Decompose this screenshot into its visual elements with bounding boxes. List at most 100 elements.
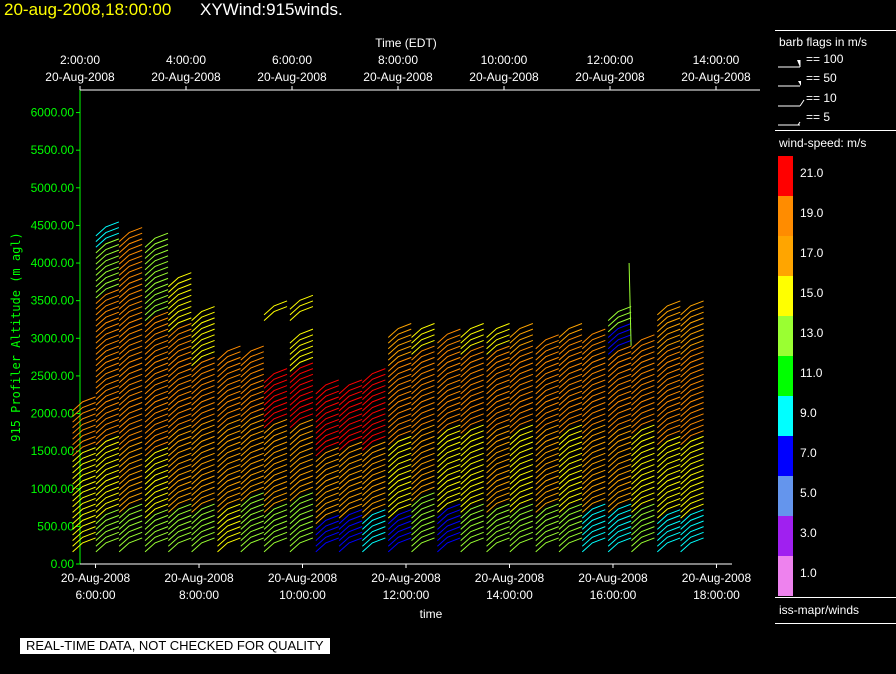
x-tick-date: 20-Aug-2008 bbox=[578, 571, 648, 585]
barb-legend-item: == 5 bbox=[806, 110, 831, 124]
top-tick-date: 20-Aug-2008 bbox=[469, 70, 539, 84]
top-tick-time: 4:00:00 bbox=[166, 53, 206, 67]
barb-flag-icon bbox=[778, 60, 801, 68]
legend-border-top bbox=[775, 30, 896, 31]
speed-color-swatch bbox=[778, 156, 793, 196]
y-axis-title: 915 Profiler Altitude (m agl) bbox=[9, 232, 23, 442]
barb-legend-item: == 10 bbox=[806, 91, 837, 105]
speed-bin-label: 5.0 bbox=[800, 486, 817, 500]
top-tick-date: 20-Aug-2008 bbox=[151, 70, 221, 84]
y-tick-label: 3500.00 bbox=[31, 294, 75, 308]
wind-barb bbox=[437, 537, 461, 553]
wind-barb bbox=[631, 537, 655, 553]
wind-barb bbox=[581, 537, 606, 553]
barb-flag-icon bbox=[778, 121, 801, 126]
speed-bin-label: 1.0 bbox=[800, 566, 817, 580]
wind-barb bbox=[118, 537, 143, 553]
wind-barb bbox=[486, 537, 510, 553]
wind-barb bbox=[509, 537, 534, 553]
speed-color-swatch bbox=[778, 356, 793, 396]
speed-color-swatch bbox=[778, 276, 793, 316]
x-tick-time: 8:00:00 bbox=[179, 588, 219, 602]
speed-bin-label: 19.0 bbox=[800, 206, 824, 220]
y-tick-label: 5000.00 bbox=[31, 181, 75, 195]
top-tick-date: 20-Aug-2008 bbox=[575, 70, 645, 84]
legend-divider-1 bbox=[775, 130, 896, 131]
wind-barb bbox=[72, 537, 96, 553]
x-tick-date: 20-Aug-2008 bbox=[371, 571, 441, 585]
y-tick-label: 5500.00 bbox=[31, 143, 75, 157]
wind-barb bbox=[362, 537, 386, 553]
wind-barb bbox=[656, 537, 681, 553]
top-axis-title: Time (EDT) bbox=[375, 36, 437, 50]
wind-barb bbox=[289, 537, 314, 553]
speed-bin-label: 17.0 bbox=[800, 246, 824, 260]
speed-color-swatch bbox=[778, 516, 793, 556]
x-tick-time: 6:00:00 bbox=[76, 588, 116, 602]
barb-legend-item: == 100 bbox=[806, 52, 844, 66]
wind-barb bbox=[191, 537, 215, 553]
wind-barb bbox=[144, 537, 169, 553]
x-tick-date: 20-Aug-2008 bbox=[164, 571, 234, 585]
top-tick-date: 20-Aug-2008 bbox=[363, 70, 433, 84]
wind-barb bbox=[95, 537, 120, 553]
x-tick-time: 12:00:00 bbox=[383, 588, 430, 602]
top-tick-time: 8:00:00 bbox=[378, 53, 418, 67]
wind-barb bbox=[411, 537, 435, 553]
wind-barb bbox=[338, 537, 363, 553]
top-tick-date: 20-Aug-2008 bbox=[45, 70, 115, 84]
top-tick-time: 14:00:00 bbox=[693, 53, 740, 67]
speed-bin-label: 9.0 bbox=[800, 406, 817, 420]
y-tick-label: 4000.00 bbox=[31, 256, 75, 270]
y-tick-label: 500.00 bbox=[37, 519, 74, 533]
wind-barb bbox=[263, 537, 288, 553]
y-tick-label: 1000.00 bbox=[31, 482, 75, 496]
speed-color-swatch bbox=[778, 396, 793, 436]
wind-barb bbox=[535, 537, 559, 553]
barb-legend-title: barb flags in m/s bbox=[779, 35, 868, 49]
y-tick-label: 1500.00 bbox=[31, 444, 75, 458]
wind-barb-spike bbox=[628, 263, 632, 346]
barb-columns bbox=[72, 221, 704, 553]
speed-bin-label: 7.0 bbox=[800, 446, 817, 460]
top-tick-time: 12:00:00 bbox=[587, 53, 634, 67]
wind-barb bbox=[680, 537, 704, 553]
speed-bin-label: 3.0 bbox=[800, 526, 817, 540]
y-tick-label: 4500.00 bbox=[31, 218, 75, 232]
speed-legend-title: wind-speed: m/s bbox=[779, 136, 867, 150]
wind-barb-chart: 0.00 500.00 1000.00 1500.00 2000.00 2500.00 30… bbox=[9, 36, 760, 621]
barb-legend-item: == 50 bbox=[806, 71, 837, 85]
x-tick-time: 16:00:00 bbox=[590, 588, 637, 602]
x-tick-time: 10:00:00 bbox=[279, 588, 326, 602]
wind-barb bbox=[607, 537, 632, 553]
wind-barb bbox=[167, 537, 192, 553]
x-tick-date: 20-Aug-2008 bbox=[268, 571, 338, 585]
speed-bin-label: 11.0 bbox=[800, 366, 823, 380]
wind-barb bbox=[558, 537, 583, 553]
speed-color-swatch bbox=[778, 196, 793, 236]
y-tick-label: 3000.00 bbox=[31, 331, 75, 345]
legend-divider-3 bbox=[775, 623, 896, 624]
wind-barb bbox=[263, 306, 288, 321]
x-tick-date: 20-Aug-2008 bbox=[682, 571, 752, 585]
x-tick-time: 18:00:00 bbox=[693, 588, 740, 602]
wind-barb bbox=[289, 306, 314, 321]
top-tick-time: 10:00:00 bbox=[481, 53, 528, 67]
speed-bin-label: 21.0 bbox=[800, 166, 824, 180]
barb-flag-icon bbox=[778, 99, 805, 107]
y-tick-label: 2500.00 bbox=[31, 369, 75, 383]
x-axis-title: time bbox=[420, 607, 443, 621]
top-tick-date: 20-Aug-2008 bbox=[257, 70, 327, 84]
wind-barb bbox=[240, 537, 264, 553]
speed-color-swatch bbox=[778, 436, 793, 476]
x-tick-time: 14:00:00 bbox=[486, 588, 533, 602]
legend-divider-2 bbox=[775, 597, 896, 598]
speed-color-swatch bbox=[778, 316, 793, 356]
wind-barb bbox=[460, 537, 484, 553]
top-tick-time: 6:00:00 bbox=[272, 53, 312, 67]
quality-warning: REAL-TIME DATA, NOT CHECKED FOR QUALITY bbox=[20, 638, 330, 654]
top-tick-time: 2:00:00 bbox=[60, 53, 100, 67]
speed-bin-label: 13.0 bbox=[800, 326, 824, 340]
x-tick-date: 20-Aug-2008 bbox=[475, 571, 545, 585]
speed-color-swatch bbox=[778, 556, 793, 596]
